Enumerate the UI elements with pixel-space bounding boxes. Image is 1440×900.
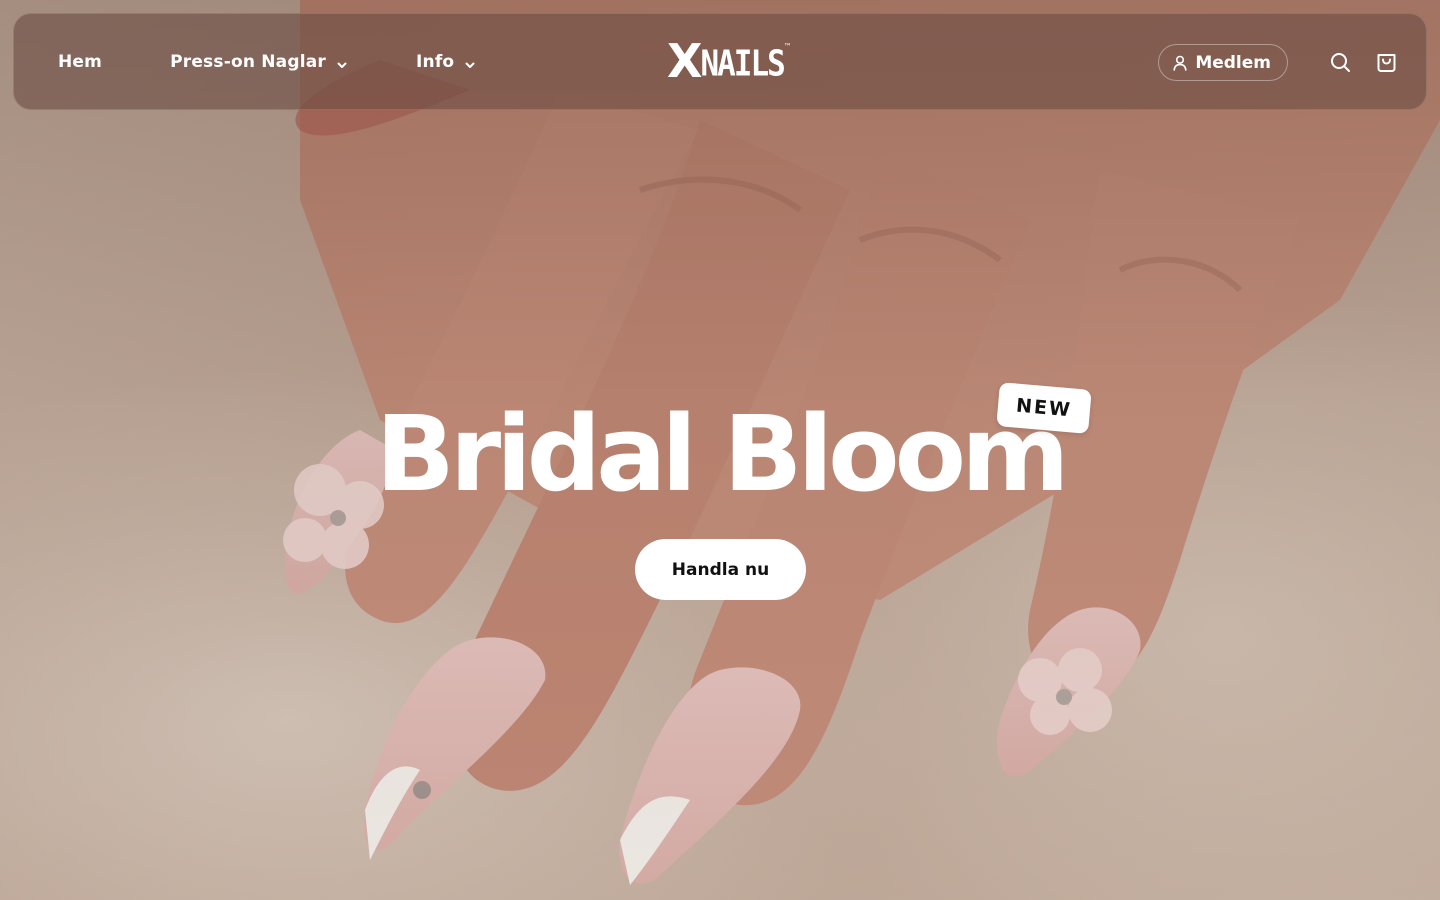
nav-item-hem[interactable]: Hem (58, 52, 102, 72)
cart-button[interactable] (1374, 51, 1398, 75)
hero-title: Bridal Bloom (375, 393, 1070, 515)
user-icon (1173, 55, 1187, 71)
site-header: Hem Press-on Naglar Info X NAILS ™ Medle… (13, 13, 1427, 110)
member-button[interactable]: Medlem (1158, 44, 1288, 81)
member-label: Medlem (1195, 52, 1271, 73)
new-badge: NEW (996, 382, 1092, 434)
shop-now-button[interactable]: Handla nu (635, 539, 806, 600)
main-nav: Hem Press-on Naglar Info (58, 52, 544, 72)
nav-item-label: Press-on Naglar (170, 51, 326, 72)
chevron-down-icon (464, 56, 476, 68)
logo-wordmark: NAILS (700, 43, 785, 85)
nav-item-press-on-naglar[interactable]: Press-on Naglar (170, 52, 348, 72)
logo-mark: X (667, 34, 702, 88)
hero-title-container: Bridal Bloom (0, 392, 1440, 516)
new-badge-label: NEW (1015, 394, 1073, 422)
logo-trademark: ™ (783, 42, 792, 51)
search-icon (1330, 53, 1350, 72)
chevron-down-icon (336, 56, 348, 68)
nav-item-label: Info (416, 51, 455, 72)
shopping-bag-icon (1377, 54, 1395, 72)
site-logo[interactable]: X NAILS ™ (667, 34, 792, 88)
header-actions: Medlem (1158, 14, 1398, 111)
nav-item-label: Hem (58, 51, 103, 72)
nav-item-info[interactable]: Info (416, 52, 476, 72)
search-button[interactable] (1328, 51, 1352, 75)
